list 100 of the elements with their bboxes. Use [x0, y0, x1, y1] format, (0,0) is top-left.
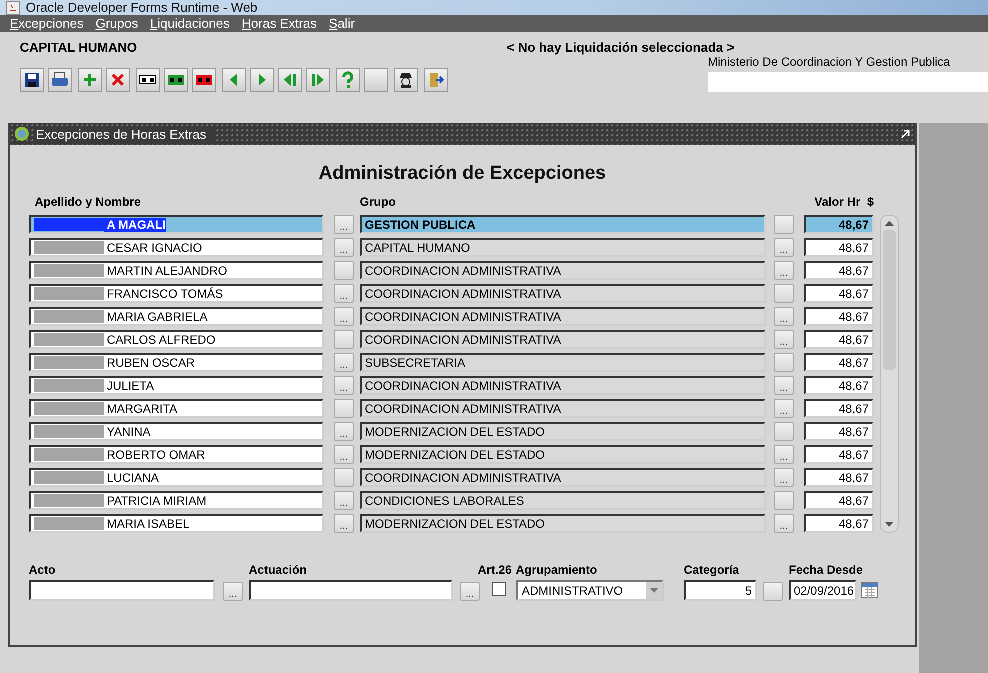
name-field[interactable]: CESAR IGNACIO [29, 238, 324, 257]
grupo-field[interactable]: GESTION PUBLICA [360, 215, 766, 234]
grupo-field[interactable]: MODERNIZACION DEL ESTADO [360, 514, 766, 533]
list-button[interactable]: ... [774, 238, 794, 257]
name-field[interactable]: CARLOS ALFREDO [29, 330, 324, 349]
name-field[interactable]: MARIA GABRIELA [29, 307, 324, 326]
list-button[interactable] [774, 215, 794, 234]
last-button[interactable] [306, 68, 330, 92]
list-button[interactable]: ... [774, 445, 794, 464]
toolbar-button[interactable] [364, 68, 388, 92]
record-button[interactable] [136, 68, 160, 92]
list-button[interactable]: ... [334, 284, 354, 303]
valor-field[interactable]: 48,67 [804, 261, 874, 280]
grupo-field[interactable]: CAPITAL HUMANO [360, 238, 766, 257]
name-field[interactable]: RUBEN OSCAR [29, 353, 324, 372]
list-button[interactable]: ... [334, 215, 354, 234]
categoria-field[interactable]: 5 [684, 580, 757, 601]
list-button[interactable]: ... [334, 376, 354, 395]
grupo-field[interactable]: COORDINACION ADMINISTRATIVA [360, 261, 766, 280]
valor-field[interactable]: 48,67 [804, 399, 874, 418]
grupo-field[interactable]: COORDINACION ADMINISTRATIVA [360, 330, 766, 349]
list-button[interactable]: ... [334, 307, 354, 326]
valor-field[interactable]: 48,67 [804, 445, 874, 464]
grupo-field[interactable]: MODERNIZACION DEL ESTADO [360, 445, 766, 464]
grupo-field[interactable]: SUBSECRETARIA [360, 353, 766, 372]
valor-field[interactable]: 48,67 [804, 330, 874, 349]
first-button[interactable] [278, 68, 302, 92]
delete-button[interactable] [106, 68, 130, 92]
name-field[interactable]: LUCIANA [29, 468, 324, 487]
name-field[interactable]: PATRICIA MIRIAM [29, 491, 324, 510]
grupo-field[interactable]: COORDINACION ADMINISTRATIVA [360, 284, 766, 303]
list-button[interactable]: ... [334, 514, 354, 533]
list-button[interactable]: ... [774, 307, 794, 326]
list-button[interactable]: ... [774, 399, 794, 418]
help-button[interactable] [336, 68, 360, 92]
name-field[interactable]: ROBERTO OMAR [29, 445, 324, 464]
fecha-field[interactable]: 02/09/2016 [789, 580, 857, 601]
menu-item[interactable]: Grupos [96, 16, 138, 32]
next-button[interactable] [250, 68, 274, 92]
list-button[interactable] [334, 468, 354, 487]
menu-item[interactable]: Salir [329, 16, 356, 32]
valor-field[interactable]: 48,67 [804, 284, 874, 303]
name-field[interactable]: YANINA [29, 422, 324, 441]
grupo-field[interactable]: COORDINACION ADMINISTRATIVA [360, 376, 766, 395]
valor-field[interactable]: 48,67 [804, 491, 874, 510]
name-field[interactable]: MARGARITA [29, 399, 324, 418]
list-button[interactable] [774, 353, 794, 372]
record-button[interactable] [192, 68, 216, 92]
list-button[interactable] [334, 330, 354, 349]
previous-button[interactable] [222, 68, 246, 92]
list-button[interactable]: ... [334, 445, 354, 464]
name-field[interactable]: FRANCISCO TOMÁS [29, 284, 324, 303]
list-button[interactable] [774, 284, 794, 303]
valor-field[interactable]: 48,67 [804, 422, 874, 441]
valor-field[interactable]: 48,67 [804, 468, 874, 487]
calendar-icon[interactable] [861, 581, 879, 599]
list-button[interactable] [763, 582, 783, 601]
menu-item[interactable]: Horas Extras [242, 16, 318, 32]
menu-item[interactable]: Excepciones [10, 16, 84, 32]
list-button[interactable]: ... [334, 353, 354, 372]
record-button[interactable] [164, 68, 188, 92]
add-button[interactable] [78, 68, 102, 92]
valor-field[interactable]: 48,67 [804, 353, 874, 372]
name-field[interactable]: MARIA ISABEL [29, 514, 324, 533]
list-button[interactable]: ... [334, 491, 354, 510]
list-button[interactable]: ... [460, 582, 480, 601]
exit-button[interactable] [424, 68, 448, 92]
maximize-icon[interactable] [901, 129, 911, 139]
list-button[interactable]: ... [334, 422, 354, 441]
save-button[interactable] [20, 68, 44, 92]
menu-item[interactable]: Liquidaciones [150, 16, 230, 32]
list-button[interactable]: ... [774, 514, 794, 533]
list-button[interactable] [774, 491, 794, 510]
list-button[interactable] [334, 399, 354, 418]
name-field[interactable]: A MAGALI [29, 215, 324, 234]
scrollbar[interactable] [880, 215, 899, 533]
valor-field[interactable]: 48,67 [804, 307, 874, 326]
name-field[interactable]: JULIETA [29, 376, 324, 395]
grupo-field[interactable]: COORDINACION ADMINISTRATIVA [360, 307, 766, 326]
valor-field[interactable]: 48,67 [804, 238, 874, 257]
list-button[interactable]: ... [774, 261, 794, 280]
art26-checkbox[interactable] [492, 582, 506, 596]
grupo-field[interactable]: CONDICIONES LABORALES [360, 491, 766, 510]
actuacion-field[interactable] [249, 580, 453, 601]
valor-field[interactable]: 48,67 [804, 376, 874, 395]
list-button[interactable]: ... [223, 582, 243, 601]
name-field[interactable]: MARTIN ALEJANDRO [29, 261, 324, 280]
valor-field[interactable]: 48,67 [804, 514, 874, 533]
grupo-field[interactable]: MODERNIZACION DEL ESTADO [360, 422, 766, 441]
agrupamiento-dropdown[interactable]: ADMINISTRATIVO [516, 580, 664, 601]
list-button[interactable]: ... [774, 376, 794, 395]
acto-field[interactable] [29, 580, 215, 601]
list-button[interactable] [774, 422, 794, 441]
list-button[interactable]: ... [774, 468, 794, 487]
list-button[interactable]: ... [774, 330, 794, 349]
list-button[interactable]: ... [334, 238, 354, 257]
list-button[interactable] [334, 261, 354, 280]
printer-button[interactable] [48, 68, 72, 92]
grupo-field[interactable]: COORDINACION ADMINISTRATIVA [360, 399, 766, 418]
valor-field[interactable]: 48,67 [804, 215, 874, 234]
